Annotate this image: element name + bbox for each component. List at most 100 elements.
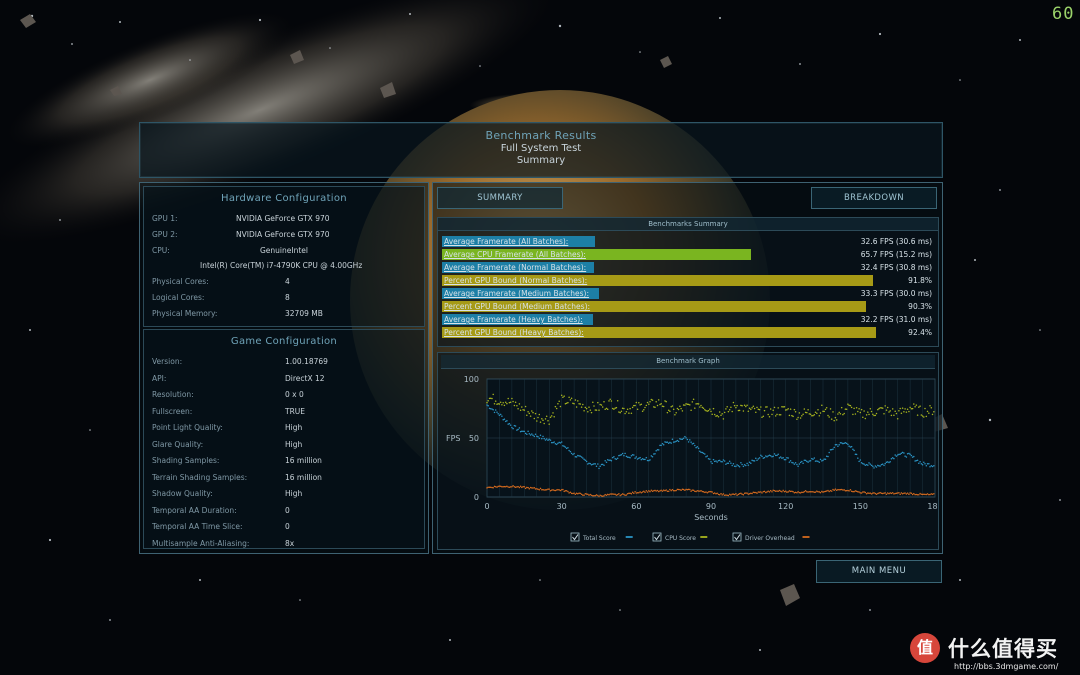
main-menu-button[interactable]: MAIN MENU (816, 560, 942, 583)
data-point (501, 415, 503, 417)
legend-label: Total Score (582, 535, 616, 542)
data-point (768, 415, 771, 418)
game-config-key: Shading Samples: (152, 456, 220, 465)
data-point (849, 488, 852, 491)
data-point (743, 404, 746, 406)
data-point (924, 407, 926, 410)
legend-check-icon (654, 534, 661, 541)
data-point (588, 406, 590, 408)
data-point (603, 464, 605, 466)
data-point (544, 418, 547, 420)
data-point (661, 442, 664, 445)
legend-label: CPU Score (665, 535, 696, 542)
data-point (494, 485, 497, 488)
data-point (913, 492, 915, 495)
data-point (788, 461, 791, 463)
data-point (733, 493, 736, 496)
data-point (874, 414, 877, 417)
data-point (725, 494, 727, 496)
watermark-logo-glyph: 值 (916, 638, 933, 657)
data-point (772, 409, 774, 412)
data-point (867, 411, 869, 413)
data-point (717, 416, 720, 418)
data-point (845, 408, 848, 410)
data-point (852, 448, 854, 450)
data-point (646, 401, 649, 404)
data-point (499, 401, 502, 404)
data-point (883, 464, 885, 467)
summary-bar-value: 65.7 FPS (15.2 ms) (860, 250, 932, 259)
data-point (904, 492, 906, 494)
data-point (847, 443, 849, 446)
data-point (794, 410, 797, 413)
data-point (690, 441, 692, 443)
data-point (517, 485, 519, 488)
data-point (587, 410, 589, 413)
data-point (541, 437, 543, 440)
results-section: Summary (516, 155, 566, 166)
data-point (509, 424, 512, 426)
data-point (543, 437, 545, 440)
data-point (868, 462, 870, 464)
data-point (667, 490, 670, 492)
data-point (807, 461, 809, 463)
data-point (527, 486, 529, 489)
tab-breakdown[interactable]: BREAKDOWN (811, 187, 937, 209)
data-point (635, 492, 638, 494)
data-point (585, 460, 588, 463)
summary-bar-value: 32.2 FPS (31.0 ms) (860, 315, 932, 324)
data-point (929, 405, 931, 407)
data-point (509, 401, 512, 403)
data-point (681, 438, 684, 440)
data-point (853, 407, 855, 410)
data-point (924, 463, 926, 465)
data-point (801, 491, 803, 493)
data-point (502, 402, 504, 404)
data-point (614, 493, 616, 495)
data-point (842, 413, 844, 416)
data-point (787, 407, 789, 410)
data-point (695, 446, 697, 449)
data-point (928, 412, 930, 414)
data-point (728, 408, 731, 411)
data-point (809, 460, 812, 462)
data-point (894, 410, 896, 413)
data-point (675, 411, 677, 414)
data-point (771, 491, 773, 493)
data-point (624, 452, 626, 455)
data-point (839, 442, 842, 444)
legend-check-icon (572, 534, 579, 541)
data-point (930, 406, 933, 409)
data-point (789, 408, 792, 410)
data-point (716, 414, 718, 417)
data-point (624, 494, 626, 496)
data-point (563, 395, 565, 397)
data-point (828, 416, 830, 418)
data-point (575, 406, 578, 408)
tab-summary[interactable]: SUMMARY (437, 187, 563, 209)
data-point (697, 403, 700, 405)
data-point (506, 485, 508, 487)
data-point (933, 411, 935, 413)
data-point (732, 401, 735, 404)
data-point (564, 446, 567, 448)
data-point (548, 423, 550, 425)
data-point (606, 459, 609, 461)
data-point (711, 491, 713, 493)
data-point (816, 412, 818, 415)
data-point (839, 412, 842, 415)
data-point (628, 412, 630, 414)
data-point (575, 456, 578, 458)
data-point (610, 493, 613, 495)
data-point (539, 421, 542, 423)
data-point (865, 414, 868, 416)
data-point (722, 493, 725, 495)
data-point (656, 404, 659, 407)
game-config-key: Version: (152, 357, 183, 366)
data-point (583, 494, 585, 496)
data-point (634, 457, 636, 459)
data-point (644, 406, 646, 409)
data-point (886, 406, 889, 409)
data-point (639, 456, 641, 459)
data-point (769, 408, 772, 410)
